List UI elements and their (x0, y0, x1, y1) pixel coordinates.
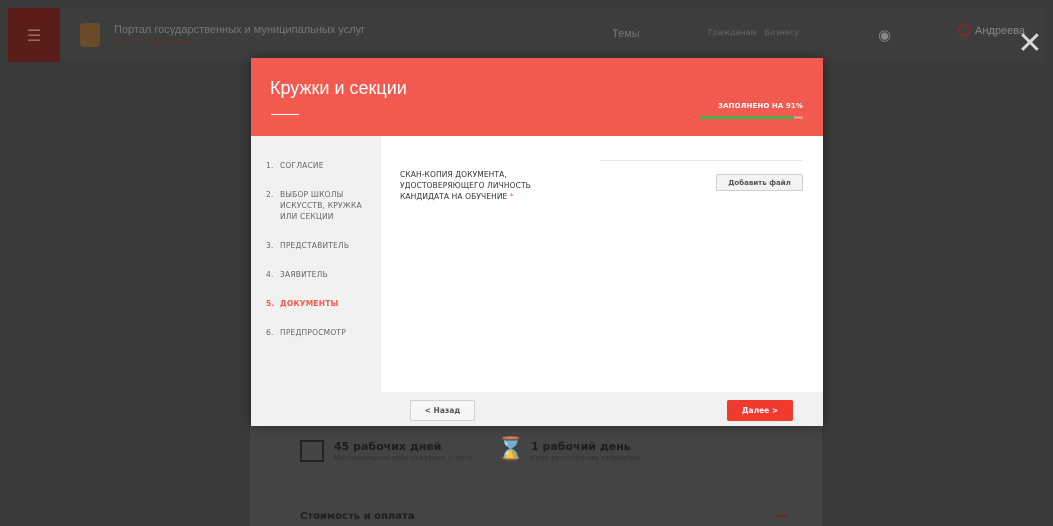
stat-registration-term: ⌛ 1 рабочий день Срок регистрации заявле… (497, 437, 640, 463)
stat-days-value: 45 рабочих дней (334, 440, 442, 453)
step-item-4[interactable]: 4. ЗАЯВИТЕЛЬ (251, 269, 381, 280)
portal-subtitle: Московской области (114, 38, 190, 46)
steps-sidebar: 1. СОГЛАСИЕ 2. ВЫБОР ШКОЛЫ ИСКУССТВ, КРУЖКА… (251, 136, 381, 426)
background-header: ☰ Портал государственных и муниципальных… (8, 8, 1045, 62)
step-label: ВЫБОР ШКОЛЫ ИСКУССТВ, КРУЖКА ИЛИ СЕКЦИИ (280, 190, 362, 221)
portal-logo (80, 23, 100, 47)
step-label: ПРЕДСТАВИТЕЛЬ (280, 241, 350, 250)
accessibility-eye-icon[interactable]: ◉ (878, 26, 891, 44)
step-item-3[interactable]: 3. ПРЕДСТАВИТЕЛЬ (251, 240, 381, 251)
step-item-6[interactable]: 6. ПРЕДПРОСМОТР (251, 327, 381, 338)
required-mark: * (509, 192, 514, 201)
modal-body: 1. СОГЛАСИЕ 2. ВЫБОР ШКОЛЫ ИСКУССТВ, КРУЖКА… (251, 136, 823, 426)
step-item-1[interactable]: 1. СОГЛАСИЕ (251, 160, 381, 171)
modal-title: Кружки и секции (270, 78, 407, 98)
step-number: 2. (266, 190, 274, 199)
avatar-icon (958, 24, 971, 37)
step-number: 1. (266, 161, 274, 170)
tab-citizens[interactable]: Гражданам (708, 28, 757, 37)
tab-business[interactable]: Бизнесу (765, 28, 799, 37)
modal-footer: < Назад Далее > (381, 392, 823, 426)
step-label: ЗАЯВИТЕЛЬ (280, 270, 328, 279)
step-number: 3. (266, 241, 274, 250)
audience-tabs: Гражданам Бизнесу (708, 28, 799, 37)
stat-service-term: 45 рабочих дней Максимальный срок оказан… (300, 440, 472, 462)
next-button[interactable]: Далее > (727, 400, 793, 421)
step-label: ПРЕДПРОСМОТР (280, 328, 346, 337)
back-button[interactable]: < Назад (410, 400, 475, 421)
step-item-2[interactable]: 2. ВЫБОР ШКОЛЫ ИСКУССТВ, КРУЖКА ИЛИ СЕКЦИ… (251, 189, 381, 222)
hourglass-icon: ⌛ (497, 437, 525, 462)
calendar-icon (300, 440, 324, 462)
divider (600, 160, 802, 161)
close-icon[interactable]: ✕ (1014, 29, 1046, 62)
step-label: ДОКУМЕНТЫ (280, 299, 339, 308)
step-number: 5. (266, 299, 275, 308)
documents-panel: СКАН-КОПИЯ ДОКУМЕНТА, УДОСТОВЕРЯЮЩЕГО ЛИ… (381, 136, 823, 426)
progress-bar (699, 116, 803, 119)
step-label: СОГЛАСИЕ (280, 161, 324, 170)
menu-icon[interactable]: ☰ (8, 8, 60, 62)
modal-header: Кружки и секции ЗАПОЛНЕНО НА 91% (251, 58, 823, 136)
stat-days-label: Максимальный срок оказания услуги (334, 454, 473, 462)
stat-reg-value: 1 рабочий день (531, 440, 631, 453)
step-item-5[interactable]: 5. ДОКУМЕНТЫ (251, 298, 381, 309)
portal-title: Портал государственных и муниципальных у… (114, 24, 366, 36)
add-file-button[interactable]: Добавить файл (716, 174, 803, 191)
portal-name: Портал государственных и муниципальных у… (114, 24, 365, 46)
step-number: 4. (266, 270, 274, 279)
progress-label: ЗАПОЛНЕНО НА 91% (718, 102, 803, 110)
document-field-label: СКАН-КОПИЯ ДОКУМЕНТА, УДОСТОВЕРЯЮЩЕГО ЛИ… (400, 169, 570, 202)
cost-section-title[interactable]: Стоимость и оплата (300, 511, 414, 522)
nav-topics[interactable]: Темы (612, 28, 640, 40)
step-number: 6. (266, 328, 274, 337)
stat-reg-label: Срок регистрации заявления (531, 454, 640, 462)
progress-fill (699, 116, 794, 119)
title-underline (271, 114, 299, 115)
application-modal: Кружки и секции ЗАПОЛНЕНО НА 91% 1. СОГЛА… (251, 58, 823, 426)
collapse-icon[interactable] (775, 515, 787, 517)
